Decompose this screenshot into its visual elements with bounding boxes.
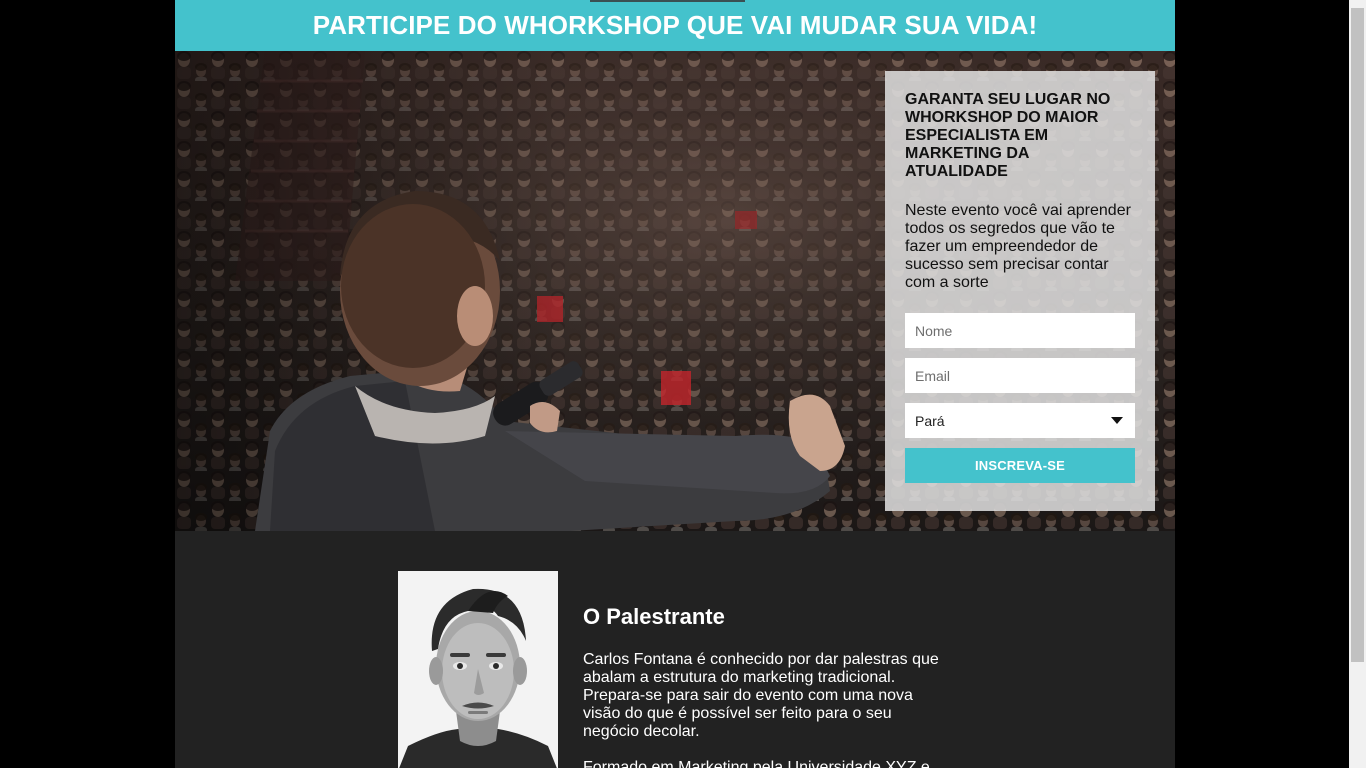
banner-edge — [590, 0, 745, 2]
email-input[interactable] — [905, 358, 1135, 393]
landing-page: PARTICIPE DO WHORKSHOP QUE VAI MUDAR SUA… — [175, 0, 1175, 768]
speaker-title: O Palestrante — [583, 604, 725, 629]
subscribe-button[interactable]: INSCREVA-SE — [905, 448, 1135, 483]
hero-section: GARANTA SEU LUGAR NO WHORKSHOP DO MAIOR … — [175, 51, 1175, 531]
signup-form: GARANTA SEU LUGAR NO WHORKSHOP DO MAIOR … — [885, 71, 1155, 511]
top-banner: PARTICIPE DO WHORKSHOP QUE VAI MUDAR SUA… — [175, 0, 1175, 51]
signup-heading: GARANTA SEU LUGAR NO WHORKSHOP DO MAIOR … — [905, 91, 1111, 180]
name-input[interactable] — [905, 313, 1135, 348]
state-select-value: Pará — [915, 412, 945, 429]
banner-title: PARTICIPE DO WHORKSHOP QUE VAI MUDAR SUA… — [312, 10, 1038, 40]
signup-description: Neste evento você vai aprender todos os … — [905, 202, 1131, 291]
page-scrollbar[interactable] — [1349, 0, 1366, 768]
speaker-bio: Carlos Fontana é conhecido por dar pales… — [583, 651, 939, 740]
speaker-photo — [398, 571, 558, 768]
speaker-portrait — [398, 571, 558, 768]
speaker-bio-continued: Formado em Marketing pela Universidade X… — [583, 759, 930, 768]
state-select[interactable]: Pará — [905, 403, 1135, 438]
chevron-down-icon — [1111, 417, 1123, 424]
scrollbar-thumb[interactable] — [1351, 8, 1364, 662]
